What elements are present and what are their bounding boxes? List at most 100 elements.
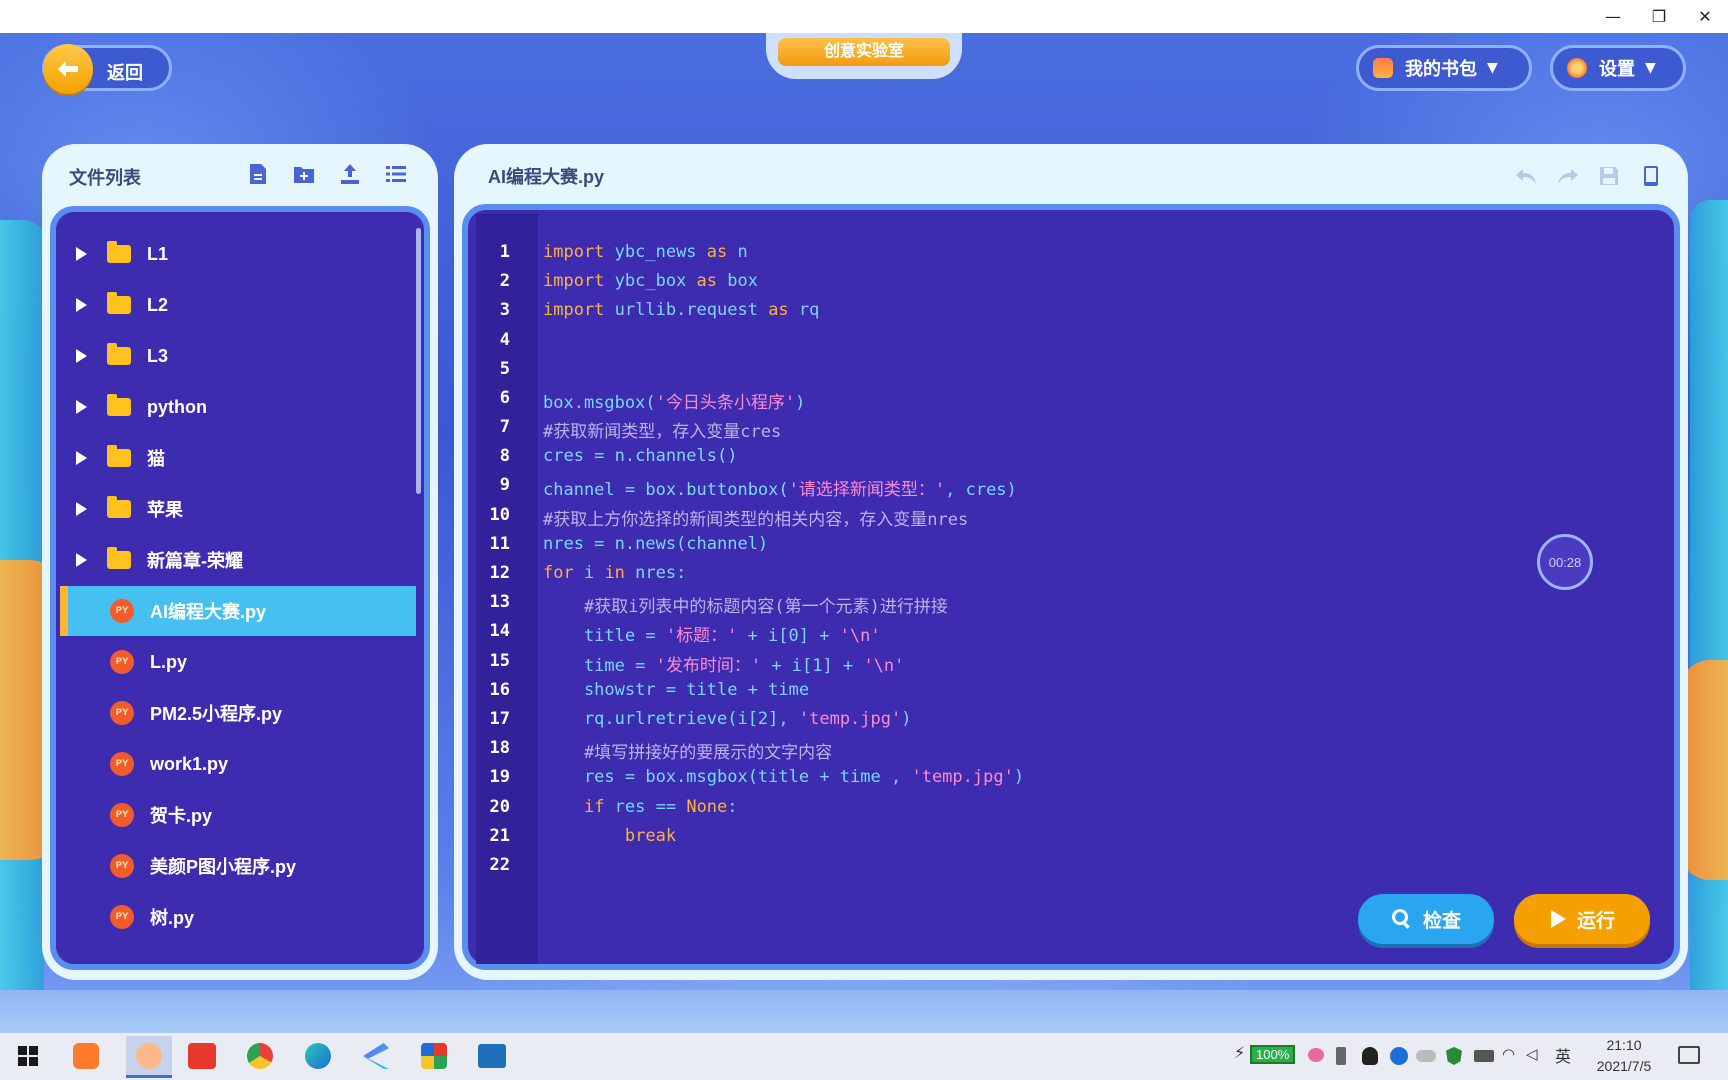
line-number: 17: [489, 709, 510, 729]
folder-item-apple[interactable]: 苹果: [60, 484, 416, 534]
code-token: ): [901, 709, 912, 729]
clock-time[interactable]: 21:10: [1589, 1037, 1659, 1053]
timer-badge[interactable]: 00:28: [1537, 534, 1593, 590]
back-arrow-icon: [43, 44, 93, 94]
line-number: 21: [489, 826, 510, 846]
ime-indicator[interactable]: 英: [1555, 1043, 1571, 1067]
new-folder-icon[interactable]: [292, 162, 316, 186]
code-line[interactable]: cres = n.channels(): [543, 446, 737, 466]
back-button[interactable]: 返回: [42, 44, 172, 94]
folder-item-new-chapter[interactable]: 新篇章-荣耀: [60, 535, 416, 585]
code-token: #填写拼接好的要展示的文字内容: [583, 743, 833, 763]
code-line[interactable]: import ybc_news as n: [543, 242, 748, 262]
redo-icon[interactable]: [1556, 164, 1580, 188]
my-bag-button[interactable]: 我的书包 ▼: [1356, 45, 1532, 91]
folder-item-l1[interactable]: L1: [60, 229, 416, 279]
code-line[interactable]: #填写拼接好的要展示的文字内容: [543, 738, 832, 763]
folder-item-cat[interactable]: 猫: [60, 433, 416, 483]
decor-right: [1690, 200, 1728, 1020]
taskbar-app-gaotu-icon[interactable]: [184, 1038, 220, 1074]
expand-arrow-icon: [76, 502, 87, 516]
new-file-icon[interactable]: [246, 162, 270, 186]
code-line[interactable]: #获取上方你选择的新闻类型的相关内容，存入变量nres: [543, 505, 968, 530]
file-item[interactable]: PY PM2.5小程序.py: [60, 688, 416, 738]
floor-decor: [0, 990, 1728, 1033]
taskbar-app-excel-icon[interactable]: [474, 1038, 510, 1074]
code-line[interactable]: import urllib.request as rq: [543, 300, 819, 320]
line-number: 1: [499, 242, 510, 262]
code-line[interactable]: for i in nres:: [543, 563, 686, 583]
code-line[interactable]: nres = n.news(channel): [543, 534, 768, 554]
check-button[interactable]: 检查: [1358, 894, 1494, 944]
folder-item-l2[interactable]: L2: [60, 280, 416, 330]
code-token: ): [795, 393, 806, 413]
taskbar-app-chrome-icon[interactable]: [242, 1038, 278, 1074]
tray-qq-icon[interactable]: [1362, 1047, 1378, 1065]
center-tab: 创意实验室: [766, 33, 962, 79]
wifi-icon[interactable]: ◠: [1502, 1045, 1515, 1063]
file-item[interactable]: PY work1.py: [60, 739, 416, 789]
clock-date[interactable]: 2021/7/5: [1585, 1058, 1663, 1074]
list-view-icon[interactable]: [384, 162, 408, 186]
tray-usb-icon[interactable]: [1336, 1047, 1346, 1065]
taskbar-app-heart-icon[interactable]: [68, 1038, 104, 1074]
folder-item-python[interactable]: python: [60, 382, 416, 432]
code-token: time =: [543, 656, 656, 676]
code-line[interactable]: channel = box.buttonbox('请选择新闻类型：', cres…: [543, 475, 1017, 500]
code-line[interactable]: res = box.msgbox(title + time , 'temp.jp…: [543, 767, 1024, 787]
minimize-button[interactable]: —: [1590, 0, 1636, 33]
code-token: + i[0] +: [737, 626, 840, 646]
windows-start-icon[interactable]: [10, 1038, 46, 1074]
file-item-selected[interactable]: PY AI编程大赛.py: [60, 586, 416, 636]
device-preview-icon[interactable]: [1639, 164, 1663, 188]
close-button[interactable]: ✕: [1682, 0, 1728, 33]
python-file-icon: PY: [110, 752, 134, 776]
file-item[interactable]: PY 美颜P图小程序.py: [60, 841, 416, 891]
code-line[interactable]: rq.urlretrieve(i[2], 'temp.jpg'): [543, 709, 912, 729]
code-line[interactable]: showstr = title + time: [543, 680, 809, 700]
settings-button[interactable]: 设置 ▼: [1550, 45, 1686, 91]
file-list-scrollbar[interactable]: [416, 228, 421, 494]
save-icon[interactable]: [1597, 164, 1621, 188]
python-file-icon: PY: [110, 803, 134, 827]
restore-button[interactable]: ❐: [1636, 0, 1682, 33]
taskbar-app-edge-icon[interactable]: [300, 1038, 336, 1074]
taskbar-app-grid-icon[interactable]: [416, 1038, 452, 1074]
code-line[interactable]: break: [543, 826, 676, 846]
taskbar-app-coding-icon[interactable]: [126, 1036, 172, 1078]
undo-icon[interactable]: [1514, 164, 1538, 188]
tray-l-icon[interactable]: [1390, 1047, 1408, 1065]
expand-arrow-icon: [76, 451, 87, 465]
code-line[interactable]: if res == None:: [543, 797, 738, 817]
file-item[interactable]: PY 树.py: [60, 892, 416, 942]
tray-cloud-icon[interactable]: [1416, 1050, 1436, 1062]
tray-flower-icon[interactable]: [1308, 1048, 1324, 1062]
code-line[interactable]: import ybc_box as box: [543, 271, 758, 291]
file-item[interactable]: PY L.py: [60, 637, 416, 687]
volume-icon[interactable]: ◁: [1526, 1045, 1538, 1063]
code-line[interactable]: box.msgbox('今日头条小程序'): [543, 388, 805, 413]
python-file-icon: PY: [110, 701, 134, 725]
tray-device-icon[interactable]: [1474, 1050, 1494, 1062]
run-button[interactable]: 运行: [1514, 894, 1650, 944]
folder-item-l3[interactable]: L3: [60, 331, 416, 381]
notification-icon[interactable]: [1678, 1046, 1700, 1064]
code-line[interactable]: #获取i列表中的标题内容(第一个元素)进行拼接: [543, 592, 948, 617]
code-token: '标题：': [665, 626, 738, 646]
file-item[interactable]: PY 贺卡.py: [60, 790, 416, 840]
battery-indicator[interactable]: 100%: [1250, 1045, 1296, 1064]
code-token: cres = n.channels(): [543, 446, 738, 466]
code-line[interactable]: time = '发布时间：' + i[1] + '\n': [543, 651, 904, 676]
code-token: n: [727, 242, 748, 262]
creative-lab-label[interactable]: 创意实验室: [778, 38, 950, 66]
taskbar-app-share-icon[interactable]: [358, 1038, 394, 1074]
file-name: 贺卡.py: [150, 806, 213, 826]
code-token: :: [727, 797, 738, 817]
upload-icon[interactable]: [338, 162, 362, 186]
code-line[interactable]: #获取新闻类型，存入变量cres: [543, 417, 781, 442]
file-name: 树.py: [150, 908, 195, 928]
code-token: as: [696, 271, 718, 291]
code-line[interactable]: title = '标题：' + i[0] + '\n': [543, 621, 881, 646]
folder-name: 苹果: [147, 500, 183, 520]
